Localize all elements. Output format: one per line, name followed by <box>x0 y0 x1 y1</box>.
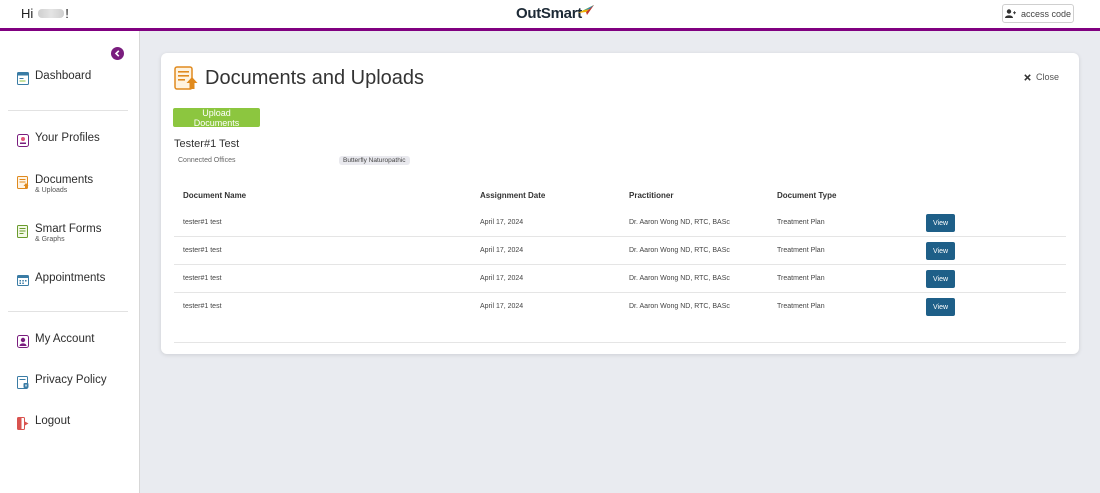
cell-assignment-date: April 17, 2024 <box>480 219 524 226</box>
table-header-row: Document Name Assignment Date Practition… <box>174 183 1066 209</box>
dashboard-icon <box>17 72 29 85</box>
cell-document-type: Treatment Plan <box>777 219 825 226</box>
top-bar: Hi ! OutSmart access code <box>0 0 1100 31</box>
documents-icon <box>17 176 29 189</box>
cell-assignment-date: April 17, 2024 <box>480 247 524 254</box>
sidebar-sublabel-documents: & Uploads <box>35 187 68 194</box>
profile-icon <box>17 134 29 147</box>
column-header-assignment-date: Assignment Date <box>480 191 546 200</box>
office-badge: Butterfly Naturopathic <box>339 156 410 165</box>
logo-text: OutSmart <box>516 5 582 22</box>
sidebar-label-appointments: Appointments <box>35 272 106 284</box>
sidebar-label-your-profiles: Your Profiles <box>35 132 100 144</box>
sidebar-item-your-profiles[interactable]: Your Profiles <box>17 132 100 147</box>
table-row: tester#1 test April 17, 2024 Dr. Aaron W… <box>174 293 1066 321</box>
close-label: Close <box>1035 72 1059 82</box>
collapse-sidebar-button[interactable] <box>111 47 124 60</box>
cell-document-name: tester#1 test <box>183 275 222 282</box>
redacted-username <box>38 9 65 18</box>
cell-assignment-date: April 17, 2024 <box>480 275 524 282</box>
privacy-icon <box>17 376 29 389</box>
view-button[interactable]: View <box>926 214 955 232</box>
sidebar-divider <box>8 311 128 312</box>
sidebar-label-logout: Logout <box>35 415 71 427</box>
profile-name: Tester#1 Test <box>174 138 240 150</box>
column-header-practitioner: Practitioner <box>629 191 674 200</box>
sidebar-item-logout[interactable]: Logout <box>17 415 70 430</box>
page-title: Documents and Uploads <box>205 66 425 89</box>
cell-document-type: Treatment Plan <box>777 247 825 254</box>
cell-document-type: Treatment Plan <box>777 303 825 310</box>
documents-table: Document Name Assignment Date Practition… <box>174 183 1066 343</box>
forms-icon <box>17 225 28 238</box>
sidebar-label-my-account: My Account <box>35 333 95 345</box>
page-header: Documents and Uploads <box>173 65 424 91</box>
account-icon <box>17 335 29 348</box>
sidebar-item-smart-forms[interactable]: Smart Forms & Graphs <box>17 223 101 244</box>
sidebar-item-my-account[interactable]: My Account <box>17 333 94 348</box>
cell-assignment-date: April 17, 2024 <box>480 303 524 310</box>
table-row: tester#1 test April 17, 2024 Dr. Aaron W… <box>174 237 1066 265</box>
connected-offices-label: Connected Offices <box>178 157 236 164</box>
cell-practitioner: Dr. Aaron Wong ND, RTC, BASc <box>629 275 730 282</box>
view-button[interactable]: View <box>926 270 955 288</box>
cell-document-name: tester#1 test <box>183 219 222 226</box>
user-greeting: Hi ! <box>21 6 69 21</box>
documents-upload-icon <box>174 66 198 90</box>
sidebar-divider <box>8 110 128 111</box>
table-row: tester#1 test April 17, 2024 Dr. Aaron W… <box>174 209 1066 237</box>
logo-arrow-icon <box>577 4 594 15</box>
outsmart-logo[interactable]: OutSmart <box>516 4 594 22</box>
documents-card: Documents and Uploads Close Upload Docum… <box>161 53 1079 354</box>
cell-document-name: tester#1 test <box>183 303 222 310</box>
sidebar-label-smart-forms: Smart Forms <box>35 223 102 235</box>
sidebar-item-documents[interactable]: Documents & Uploads <box>17 174 93 195</box>
add-user-icon <box>1004 9 1016 18</box>
access-code-button[interactable]: access code <box>1002 4 1074 23</box>
sidebar-label-privacy-policy: Privacy Policy <box>35 374 107 386</box>
sidebar-item-privacy-policy[interactable]: Privacy Policy <box>17 374 107 389</box>
calendar-icon <box>17 275 29 286</box>
column-header-document-type: Document Type <box>777 191 837 200</box>
view-button[interactable]: View <box>926 298 955 316</box>
sidebar-label-documents: Documents <box>35 174 94 186</box>
close-icon <box>1024 73 1031 81</box>
sidebar-item-dashboard[interactable]: Dashboard <box>17 70 91 85</box>
table-bottom-divider <box>174 342 1066 343</box>
view-button[interactable]: View <box>926 242 955 260</box>
sidebar-item-appointments[interactable]: Appointments <box>17 272 105 287</box>
sidebar-label-dashboard: Dashboard <box>35 70 92 82</box>
greeting-prefix: Hi <box>21 6 34 21</box>
chevron-left-icon <box>114 50 120 57</box>
logout-icon <box>17 417 29 430</box>
sidebar: Dashboard Your Profiles Documents & Uplo… <box>0 31 140 493</box>
cell-practitioner: Dr. Aaron Wong ND, RTC, BASc <box>629 303 730 310</box>
sidebar-sublabel-smart-forms: & Graphs <box>35 236 65 243</box>
table-row: tester#1 test April 17, 2024 Dr. Aaron W… <box>174 265 1066 293</box>
cell-practitioner: Dr. Aaron Wong ND, RTC, BASc <box>629 247 730 254</box>
cell-document-name: tester#1 test <box>183 247 222 254</box>
close-button[interactable]: Close <box>1024 72 1059 82</box>
access-code-label: access code <box>1020 8 1072 19</box>
cell-document-type: Treatment Plan <box>777 275 825 282</box>
upload-documents-button[interactable]: Upload Documents <box>173 108 260 128</box>
cell-practitioner: Dr. Aaron Wong ND, RTC, BASc <box>629 219 730 226</box>
column-header-document-name: Document Name <box>183 191 247 200</box>
greeting-suffix: ! <box>65 6 69 21</box>
